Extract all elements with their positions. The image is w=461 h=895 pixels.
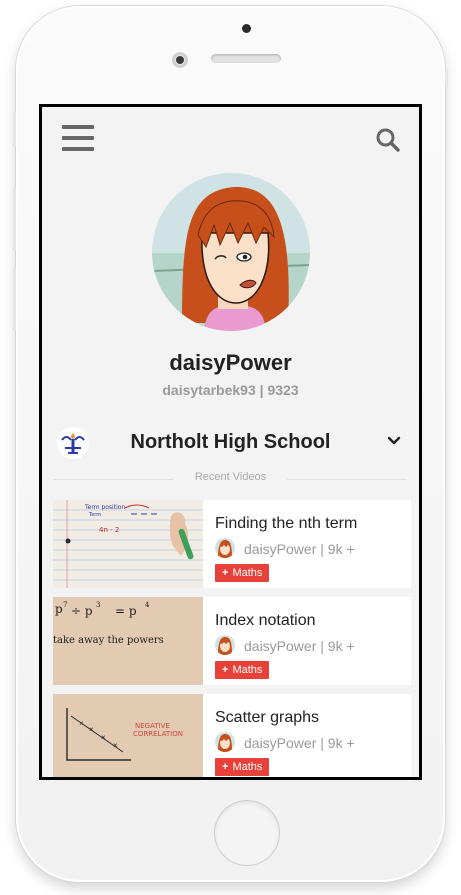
- profile-username: daisyPower: [169, 350, 292, 375]
- video-thumbnail[interactable]: Term position Term 4n - 2: [53, 500, 203, 588]
- home-button[interactable]: [215, 801, 279, 865]
- video-card[interactable]: Term position Term 4n - 2 Finding the nt…: [53, 500, 411, 588]
- video-title[interactable]: Finding the nth term: [215, 515, 357, 533]
- video-meta: daisyPower | 9k +: [244, 638, 355, 654]
- subject-tag[interactable]: + Maths: [215, 758, 270, 776]
- school-selector[interactable]: Northolt High School: [42, 423, 419, 463]
- subline-separator: |: [259, 382, 264, 398]
- chevron-down-icon[interactable]: [385, 431, 403, 449]
- profile-handle: daisytarbek93: [162, 382, 256, 398]
- svg-text:×: ×: [79, 719, 84, 728]
- front-camera: [172, 52, 188, 68]
- video-thumbnail[interactable]: p 7 ÷ p 3 = p 4 take away the powers: [53, 597, 203, 685]
- plus-icon: +: [222, 761, 229, 773]
- svg-text:3: 3: [96, 601, 100, 609]
- svg-text:4: 4: [145, 601, 150, 609]
- school-name: Northolt High School: [130, 431, 331, 453]
- author-name: daisyPower: [244, 638, 317, 654]
- hamburger-icon[interactable]: [62, 125, 94, 151]
- subject-tag-label: Maths: [232, 761, 263, 773]
- view-count: | 9k +: [320, 638, 355, 654]
- svg-text:CORRELATION: CORRELATION: [133, 730, 183, 738]
- plus-icon: +: [222, 664, 229, 676]
- power-button[interactable]: [445, 70, 448, 86]
- plus-icon: +: [222, 567, 229, 579]
- volume-up-button[interactable]: [13, 188, 16, 250]
- earpiece-speaker: [211, 54, 281, 63]
- volume-down-button[interactable]: [13, 268, 16, 330]
- author-avatar: [215, 635, 235, 655]
- svg-text:7: 7: [63, 601, 67, 609]
- profile-subline: daisytarbek93 | 9323: [42, 382, 419, 398]
- author-name: daisyPower: [244, 735, 317, 751]
- video-title[interactable]: Index notation: [215, 612, 316, 630]
- svg-text:Term position: Term position: [84, 504, 125, 511]
- svg-text:÷ p: ÷ p: [71, 604, 93, 618]
- video-card[interactable]: × × × × NEGATIVE CORRELATION Scatter gra…: [53, 694, 411, 780]
- view-count: | 9k +: [320, 735, 355, 751]
- video-meta: daisyPower | 9k +: [244, 541, 355, 557]
- app-screen: daisyPower daisytarbek93 | 9323 Northolt…: [39, 104, 422, 780]
- author-name: daisyPower: [244, 541, 317, 557]
- svg-text:NEGATIVE: NEGATIVE: [135, 722, 170, 730]
- search-icon[interactable]: [375, 127, 401, 153]
- mute-switch[interactable]: [13, 112, 16, 146]
- subject-tag[interactable]: + Maths: [215, 661, 270, 679]
- profile-avatar: [152, 173, 310, 331]
- svg-text:Term: Term: [88, 512, 101, 518]
- svg-text:= p: = p: [115, 604, 137, 618]
- sensor-dot: [242, 24, 251, 33]
- subject-tag-label: Maths: [232, 664, 263, 676]
- svg-text:×: ×: [89, 725, 94, 734]
- svg-text:×: ×: [113, 741, 118, 750]
- svg-text:×: ×: [101, 733, 106, 742]
- video-title[interactable]: Scatter graphs: [215, 709, 319, 727]
- svg-text:4n - 2: 4n - 2: [99, 526, 119, 534]
- video-card[interactable]: p 7 ÷ p 3 = p 4 take away the powers Ind…: [53, 597, 411, 685]
- video-thumbnail[interactable]: × × × × NEGATIVE CORRELATION: [53, 694, 203, 780]
- svg-text:p: p: [55, 602, 63, 616]
- view-count: | 9k +: [320, 541, 355, 557]
- subject-tag-label: Maths: [232, 567, 263, 579]
- video-meta: daisyPower | 9k +: [244, 735, 355, 751]
- svg-text:take away the powers: take away the powers: [53, 635, 164, 646]
- author-avatar: [215, 732, 235, 752]
- author-avatar: [215, 538, 235, 558]
- subject-tag[interactable]: + Maths: [215, 564, 270, 582]
- recent-videos-heading: Recent Videos: [42, 471, 419, 489]
- profile-points: 9323: [267, 382, 299, 398]
